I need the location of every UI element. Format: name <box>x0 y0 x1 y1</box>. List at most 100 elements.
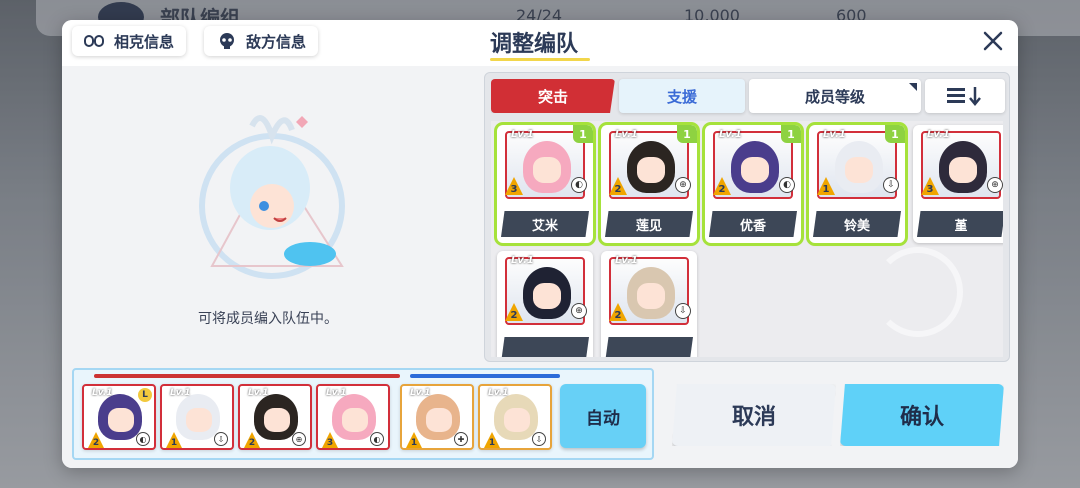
student-card[interactable]: Lv.1 2 ⊕ 1 莲见 <box>601 125 697 243</box>
close-icon <box>983 31 1003 51</box>
student-level: Lv.1 <box>511 255 534 266</box>
formation-slot[interactable]: Lv.1 1 ⇩ <box>478 384 552 450</box>
formation-slot[interactable]: Lv.1 1 ✚ <box>400 384 474 450</box>
formation-number-badge: 1 <box>781 125 801 143</box>
dropdown-corner-icon <box>909 83 917 91</box>
sort-order-button[interactable] <box>925 79 1005 113</box>
sort-by-level-dropdown[interactable]: 成员等级 <box>749 79 921 113</box>
student-face <box>342 408 368 432</box>
role-icon: ⇩ <box>675 303 691 319</box>
student-face <box>186 408 212 432</box>
special-slots-indicator <box>410 374 560 378</box>
student-face <box>949 157 977 183</box>
student-level: Lv.1 <box>719 129 742 140</box>
student-card[interactable]: Lv.1 1 ⇩ 1 铃美 <box>809 125 905 243</box>
student-name <box>501 337 589 357</box>
student-name: 艾米 <box>501 211 589 237</box>
title-underline <box>490 58 590 61</box>
formation-number-badge: 1 <box>885 125 905 143</box>
role-icon: ◐ <box>136 432 150 446</box>
dialog-title: 调整编队 <box>490 32 579 57</box>
formation-slot[interactable]: Lv.1 1 ⇩ <box>160 384 234 450</box>
student-level: Lv.1 <box>488 388 509 398</box>
student-name: 优香 <box>709 211 797 237</box>
student-level: Lv.1 <box>615 255 638 266</box>
striker-slots-indicator <box>94 374 400 378</box>
tab-support[interactable]: 支援 <box>619 79 745 113</box>
student-card[interactable]: Lv.1 2 ◐ 1 优香 <box>705 125 801 243</box>
student-name: 莲见 <box>605 211 693 237</box>
student-card[interactable]: Lv.1 2 ⊕ <box>497 251 593 357</box>
role-icon: ⊕ <box>675 177 691 193</box>
student-level: Lv.1 <box>927 129 950 140</box>
student-name <box>605 337 693 357</box>
enemy-info-label: 敌方信息 <box>246 32 307 51</box>
formation-bar: Lv.1 2 ◐ L Lv.1 1 ⇩ Lv.1 2 ⊕ Lv.1 3 ◐ Lv.1 1 ✚ Lv.1 1 ⇩ 自动 <box>72 368 654 460</box>
student-card[interactable]: Lv.1 3 ⊕ 堇 <box>913 125 1003 243</box>
student-face <box>108 408 134 432</box>
formation-slot[interactable]: Lv.1 2 ⊕ <box>238 384 312 450</box>
student-level: Lv.1 <box>248 388 269 398</box>
dialog-header: 相克信息 敌方信息 调整编队 <box>62 20 1018 66</box>
formation-slot[interactable]: Lv.1 3 ◐ <box>316 384 390 450</box>
star-rank-icon: 2 <box>88 432 104 448</box>
student-face <box>504 408 530 432</box>
formation-dialog: 相克信息 敌方信息 调整编队 可将成员编入队伍中。 突击 支援 成员等级 Lv.… <box>62 20 1018 468</box>
roster-grid: Lv.1 3 ◐ 1 艾米 Lv.1 2 ⊕ 1 莲见 Lv.1 2 ◐ 1 优香 Lv.1 1 ⇩ 1 铃美 Lv.1… <box>491 121 1003 357</box>
sort-by-level-label: 成员等级 <box>804 87 865 106</box>
star-rank-icon: 1 <box>406 432 422 448</box>
leader-icon: L <box>138 388 152 402</box>
swirl-decoration <box>873 247 963 337</box>
student-face <box>637 157 665 183</box>
role-icon: ◐ <box>571 177 587 193</box>
enemy-skull-icon <box>216 32 238 50</box>
sort-descending-icon <box>947 87 981 106</box>
student-level: Lv.1 <box>823 129 846 140</box>
star-rank-icon: 1 <box>484 432 500 448</box>
student-card[interactable]: Lv.1 3 ◐ 1 艾米 <box>497 125 593 243</box>
student-level: Lv.1 <box>170 388 191 398</box>
student-card[interactable]: Lv.1 2 ⇩ <box>601 251 697 357</box>
student-level: Lv.1 <box>326 388 347 398</box>
student-level: Lv.1 <box>92 388 113 398</box>
link-icon <box>84 32 106 50</box>
role-icon: ◐ <box>370 432 384 446</box>
role-icon: ⇩ <box>532 432 546 446</box>
student-face <box>533 283 561 309</box>
formation-number-badge: 1 <box>573 125 593 143</box>
student-face <box>741 157 769 183</box>
empty-state-text: 可将成员编入队伍中。 <box>198 311 338 327</box>
student-face <box>637 283 665 309</box>
empty-state-illustration <box>192 96 352 316</box>
role-icon: ✚ <box>454 432 468 446</box>
counter-info-tab[interactable]: 相克信息 <box>72 26 187 56</box>
student-name: 堇 <box>917 211 1003 237</box>
role-icon: ⊕ <box>571 303 587 319</box>
enemy-info-tab[interactable]: 敌方信息 <box>204 26 319 56</box>
confirm-button[interactable]: 确认 <box>840 384 1004 446</box>
counter-info-label: 相克信息 <box>114 32 175 51</box>
star-rank-icon: 2 <box>244 432 260 448</box>
student-level: Lv.1 <box>511 129 534 140</box>
formation-number-badge: 1 <box>677 125 697 143</box>
role-icon: ◐ <box>779 177 795 193</box>
role-icon: ⇩ <box>883 177 899 193</box>
student-face <box>845 157 873 183</box>
student-face <box>264 408 290 432</box>
filter-tabs: 突击 支援 成员等级 <box>491 79 1005 113</box>
student-face <box>426 408 452 432</box>
tab-assault[interactable]: 突击 <box>491 79 615 113</box>
formation-slot[interactable]: Lv.1 2 ◐ L <box>82 384 156 450</box>
cancel-button[interactable]: 取消 <box>672 384 836 446</box>
student-level: Lv.1 <box>410 388 431 398</box>
roster-panel: 突击 支援 成员等级 Lv.1 3 ◐ 1 艾米 Lv.1 2 ⊕ 1 莲见 Lv.1 2 ◐ 1 优香 Lv… <box>484 72 1010 362</box>
student-name: 铃美 <box>813 211 901 237</box>
role-icon: ⊕ <box>987 177 1003 193</box>
star-rank-icon: 3 <box>322 432 338 448</box>
auto-button[interactable]: 自动 <box>560 384 646 448</box>
close-button[interactable] <box>978 26 1008 56</box>
role-icon: ⇩ <box>214 432 228 446</box>
role-icon: ⊕ <box>292 432 306 446</box>
student-face <box>533 157 561 183</box>
student-level: Lv.1 <box>615 129 638 140</box>
